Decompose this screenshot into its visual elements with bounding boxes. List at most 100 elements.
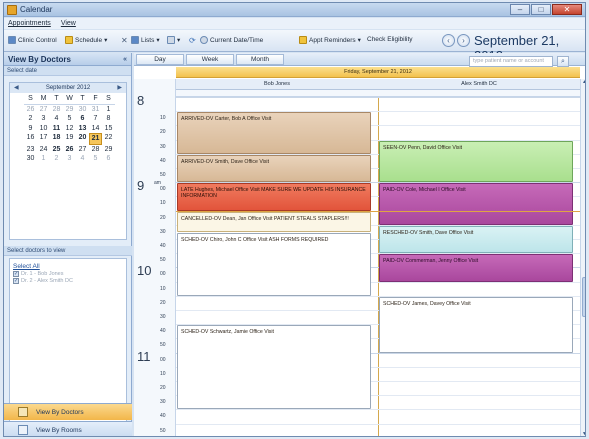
hour-label: 9: [137, 178, 145, 194]
calendar-day[interactable]: 5: [89, 154, 102, 164]
print-button[interactable]: ▾: [167, 36, 180, 44]
calendar-day[interactable]: 15: [102, 124, 115, 134]
calendar-day[interactable]: 2: [24, 114, 37, 124]
lists-icon: [131, 36, 139, 44]
calendar-day[interactable]: 6: [102, 154, 115, 164]
delete-button[interactable]: ✕: [121, 36, 128, 45]
search-icon[interactable]: ⌕: [557, 56, 569, 67]
calendar-day[interactable]: 9: [24, 124, 37, 134]
calendar-day[interactable]: 30: [76, 105, 89, 115]
calendar-day[interactable]: 12: [63, 124, 76, 134]
calendar-day[interactable]: 26: [63, 145, 76, 155]
calendar-day[interactable]: 13: [76, 124, 89, 134]
maximize-icon[interactable]: □: [531, 4, 551, 15]
calendar-day[interactable]: 4: [50, 114, 63, 124]
checkbox-icon[interactable]: ✓: [13, 271, 19, 277]
current-datetime-button[interactable]: Current Date/Time: [200, 36, 263, 44]
calendar-day[interactable]: 22: [102, 133, 115, 145]
schedule-grid[interactable]: ARRIVED-OV Carter, Bob A Office Visit ARR…: [176, 97, 580, 436]
prev-month-icon[interactable]: ◀: [14, 83, 19, 93]
appointment[interactable]: SCHED-OV Chiro, John C Office Visit ASH …: [177, 232, 371, 296]
menu-bar: Appointments View: [4, 18, 585, 29]
next-month-icon[interactable]: ▶: [117, 83, 122, 93]
checkbox-icon[interactable]: ✓: [13, 278, 19, 284]
time-column: 8 10 20 30 40 50 9 am 00 10 20 30 40 50 10 00 10 20 30 40 50…: [134, 79, 176, 436]
check-eligibility-button[interactable]: Check Eligibility: [367, 36, 413, 43]
calendar-day[interactable]: 6: [76, 114, 89, 124]
appointment[interactable]: CANCELLED-OV Dean, Jan Office Visit PATI…: [177, 211, 371, 232]
calendar-app-icon: [7, 5, 17, 15]
appointment[interactable]: ARRIVED-OV Smith, Dave Office Visit: [177, 154, 371, 183]
calendar-day[interactable]: 24: [37, 145, 50, 155]
calendar-day[interactable]: 23: [24, 145, 37, 155]
calendar-day[interactable]: 10: [37, 124, 50, 134]
close-icon[interactable]: ✕: [552, 4, 582, 15]
doctor-row[interactable]: ✓ Dr. 1 - Bob Jones: [10, 270, 126, 277]
menu-view[interactable]: View: [61, 18, 76, 29]
scroll-up-icon[interactable]: ▲: [581, 79, 585, 86]
menu-appointments[interactable]: Appointments: [8, 18, 51, 29]
scroll-thumb[interactable]: [582, 277, 585, 317]
appointment[interactable]: PAID-OV Commerman, Jenny Office Visit: [379, 254, 573, 282]
select-all-link[interactable]: Select All: [10, 259, 126, 270]
calendar-day[interactable]: 14: [89, 124, 102, 134]
appointment[interactable]: ARRIVED-OV Carter, Bob A Office Visit: [177, 112, 371, 154]
calendar-day[interactable]: 27: [76, 145, 89, 155]
calendar-day[interactable]: 27: [37, 105, 50, 115]
patient-search-input[interactable]: type patient name or account number: [469, 56, 553, 73]
appointment[interactable]: SEEN-OV Penn, David Office Visit: [379, 140, 573, 183]
calendar-day[interactable]: 1: [102, 105, 115, 115]
clinic-control-button[interactable]: Clinic Control: [8, 36, 57, 44]
mini-calendar-month: September 2012: [45, 85, 91, 91]
calendar-day[interactable]: 1: [37, 154, 50, 164]
prev-day-icon[interactable]: ‹: [442, 34, 455, 47]
appointment[interactable]: LATE Hughes, Michael Office Visit MAKE S…: [177, 183, 371, 211]
lists-button[interactable]: Lists ▾: [131, 36, 160, 44]
calendar-day[interactable]: 20: [76, 133, 89, 145]
nav-view-by-rooms[interactable]: View By Rooms: [4, 421, 132, 436]
appointment[interactable]: SCHED-OV Schwartz, Jamie Office Visit: [177, 325, 371, 410]
appointment[interactable]: SCHED-OV James, Davey Office Visit: [379, 296, 573, 353]
refresh-button[interactable]: ⟳: [189, 36, 196, 45]
collapse-pane-icon[interactable]: «: [123, 53, 127, 66]
calendar-day[interactable]: 3: [37, 114, 50, 124]
calendar-day[interactable]: 26: [24, 105, 37, 115]
next-day-icon[interactable]: ›: [457, 34, 470, 47]
calendar-day[interactable]: 19: [63, 133, 76, 145]
minimize-icon[interactable]: –: [510, 4, 530, 15]
schedule-button[interactable]: Schedule ▾: [65, 36, 107, 44]
calendar-day[interactable]: 30: [24, 154, 37, 164]
calendar-day[interactable]: 16: [24, 133, 37, 145]
calendar-day[interactable]: 28: [50, 105, 63, 115]
calendar-day[interactable]: 2: [50, 154, 63, 164]
calendar-day[interactable]: 3: [63, 154, 76, 164]
tab-week[interactable]: Week: [186, 54, 234, 65]
appointment[interactable]: PAID-OV Cole, Michael I Office Visit: [379, 183, 573, 225]
current-datetime-label: Current Date/Time: [210, 36, 264, 44]
scroll-down-icon[interactable]: ▼: [581, 431, 585, 436]
day-header: Friday, September 21, 2012: [176, 67, 580, 78]
calendar-day[interactable]: 8: [102, 114, 115, 124]
vertical-scrollbar[interactable]: ▲ ▼: [580, 79, 585, 436]
calendar-day[interactable]: 29: [63, 105, 76, 115]
calendar-day[interactable]: 29: [102, 145, 115, 155]
calendar-day[interactable]: 28: [89, 145, 102, 155]
calendar-day[interactable]: 17: [37, 133, 50, 145]
calendar-day[interactable]: 11: [50, 124, 63, 134]
calendar-day[interactable]: 31: [89, 105, 102, 115]
calendar-day[interactable]: 5: [63, 114, 76, 124]
calendar-day[interactable]: 25: [50, 145, 63, 155]
tab-day[interactable]: Day: [136, 54, 184, 65]
rooms-icon: [18, 425, 28, 435]
appointment[interactable]: RESCHED-OV Smith, Dave Office Visit: [379, 225, 573, 254]
doctor-row[interactable]: ✓ Dr. 2 - Alex Smith DC: [10, 277, 126, 284]
calendar-day[interactable]: 18: [50, 133, 63, 145]
nav-view-by-doctors[interactable]: View By Doctors: [4, 403, 132, 420]
minute-label: 20: [160, 385, 166, 391]
tab-month[interactable]: Month: [236, 54, 284, 65]
selected-day[interactable]: 21: [89, 133, 102, 145]
calendar-day[interactable]: 7: [89, 114, 102, 124]
all-day-row[interactable]: [176, 90, 580, 97]
appt-reminders-button[interactable]: Appt Reminders ▾: [299, 36, 361, 44]
calendar-day[interactable]: 4: [76, 154, 89, 164]
